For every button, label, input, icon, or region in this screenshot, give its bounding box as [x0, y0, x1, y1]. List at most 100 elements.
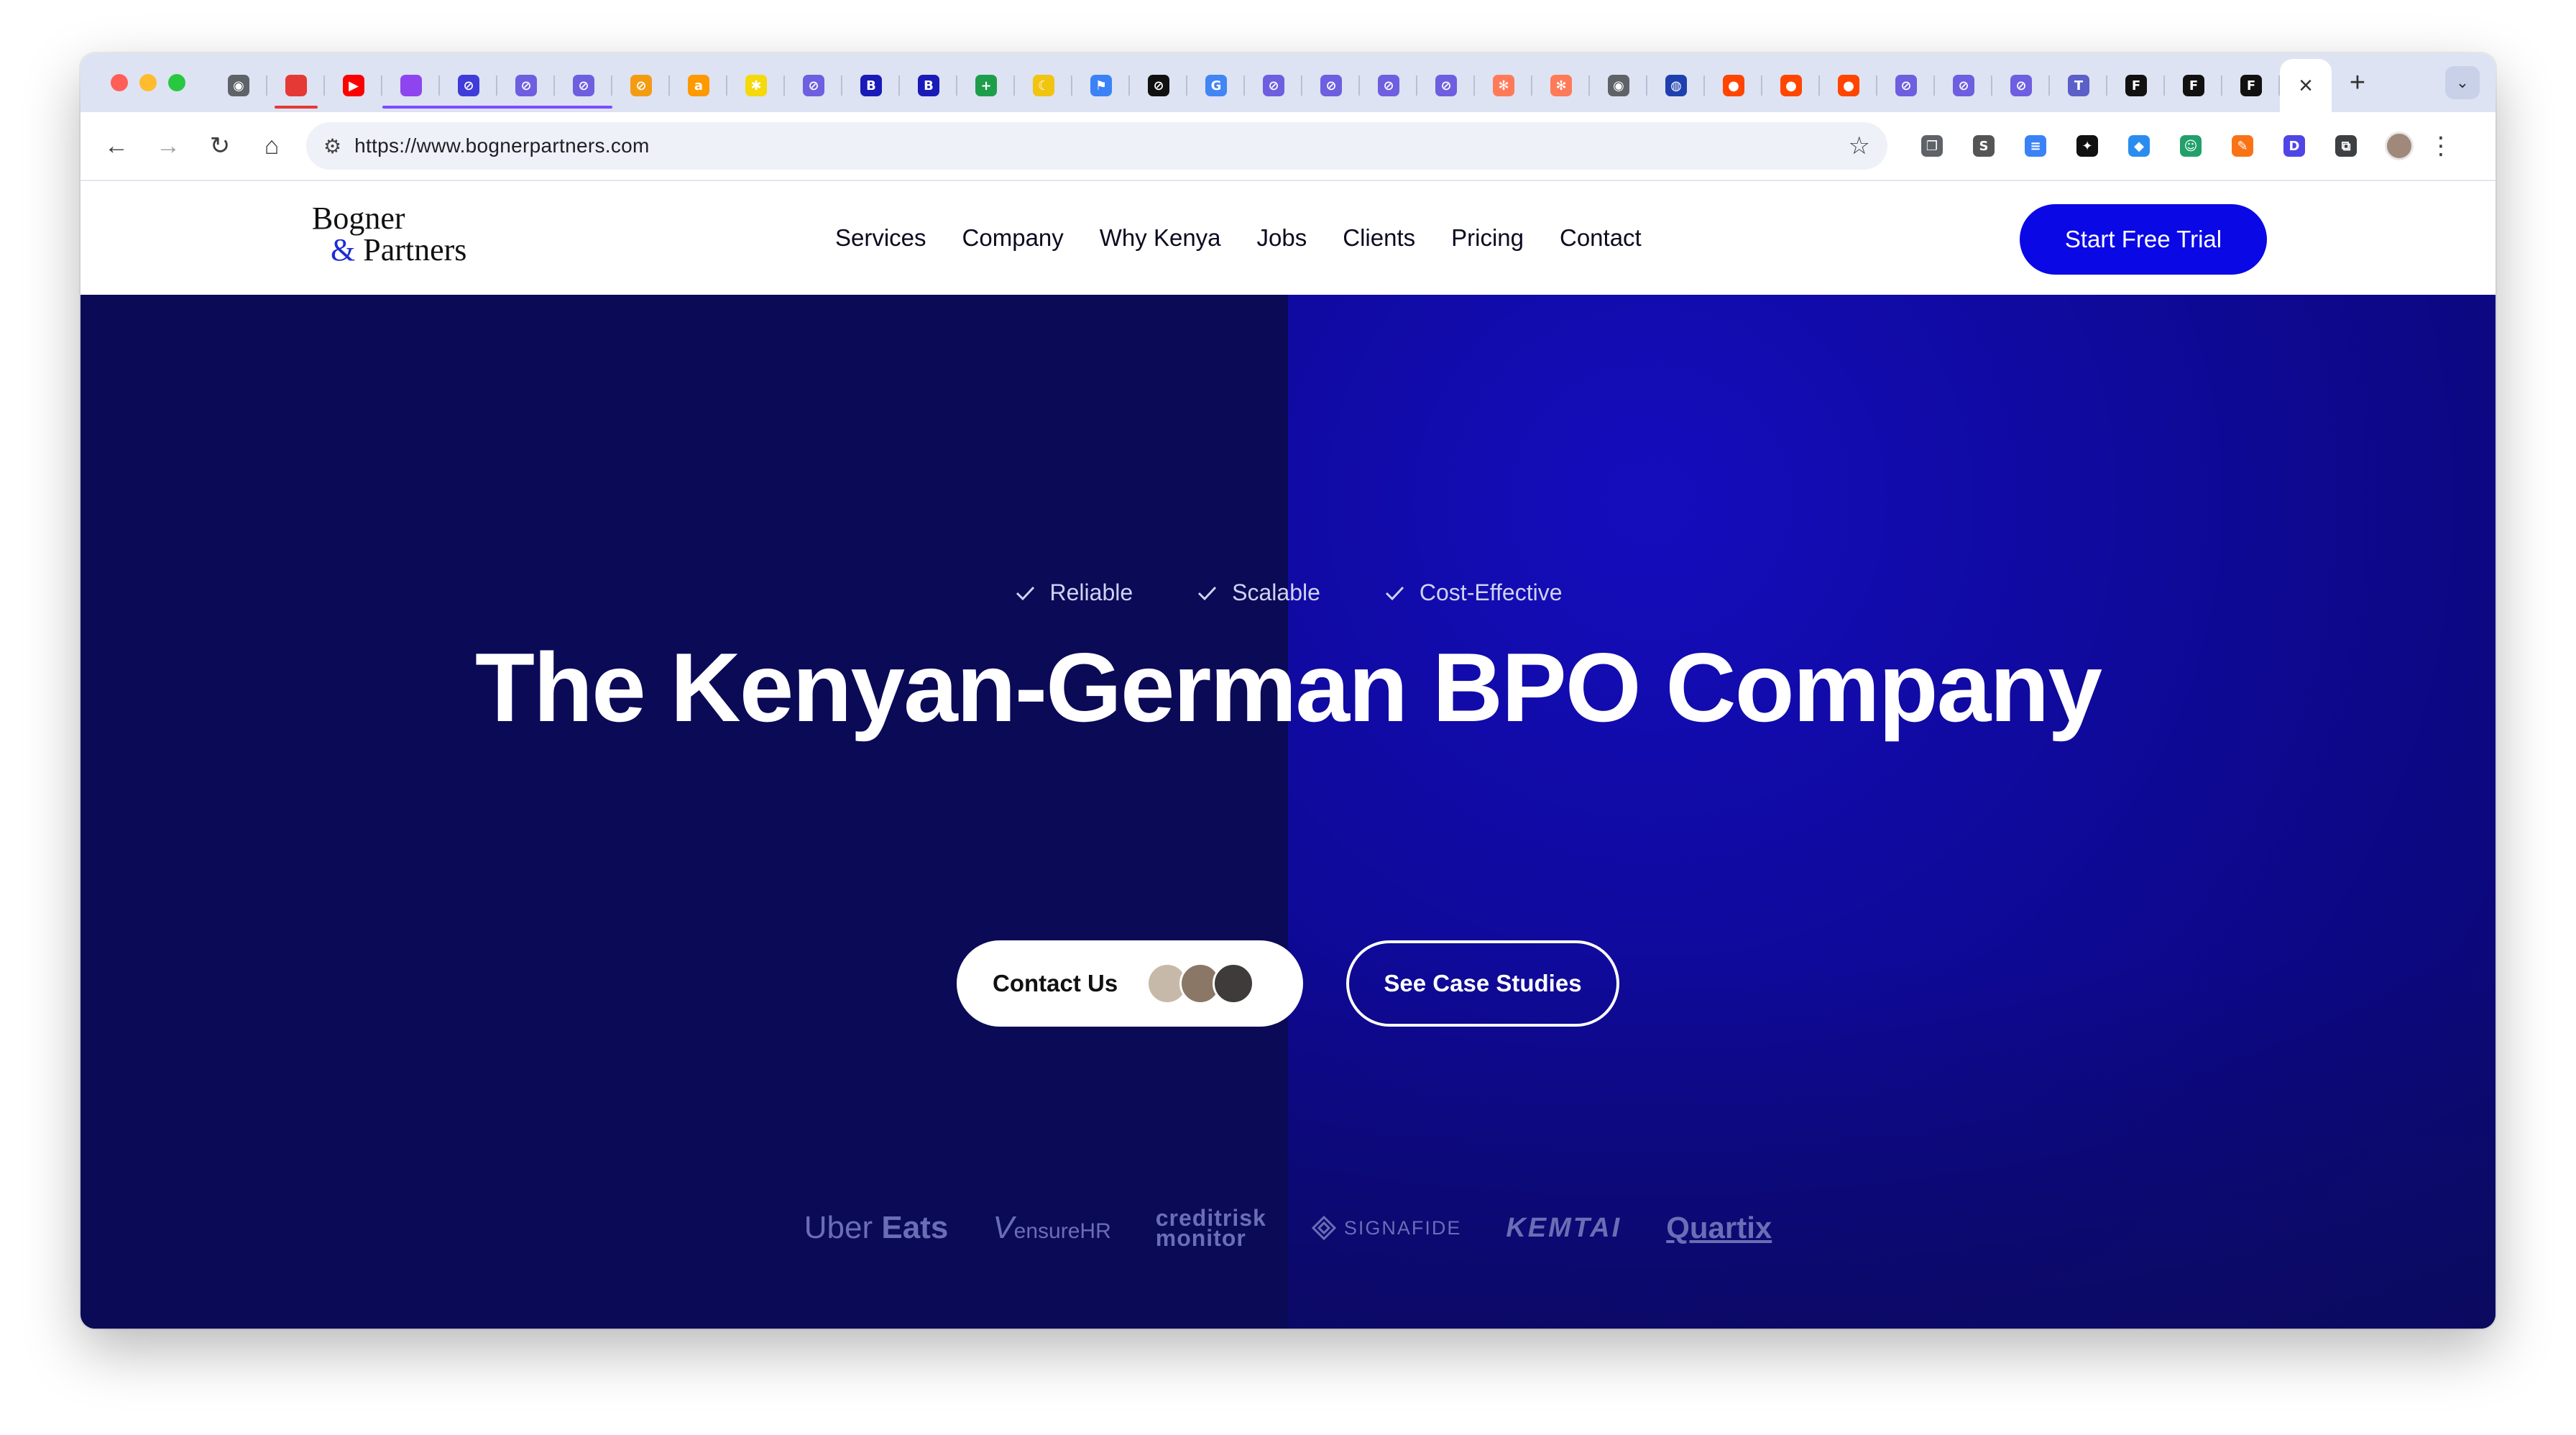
asterisk-icon: ✱ [745, 75, 767, 96]
browser-tab[interactable]: ⊘ [1417, 63, 1475, 109]
bolt-icon: ⊘ [515, 75, 537, 96]
browser-tab[interactable]: ⊘ [1360, 63, 1417, 109]
extension-button[interactable]: ☺ [2165, 124, 2217, 168]
reddit-icon: ● [1723, 75, 1744, 96]
browser-tab[interactable]: ⚑ [1072, 63, 1130, 109]
nav-contact[interactable]: Contact [1560, 224, 1642, 252]
checkmark-icon [1385, 586, 1404, 600]
extension-button[interactable]: ◆ [2113, 124, 2165, 168]
extension-button[interactable]: ⧉ [2320, 124, 2372, 168]
back-button[interactable]: ← [91, 132, 142, 160]
browser-menu-icon[interactable]: ⋮ [2426, 132, 2455, 160]
team-avatars [1146, 963, 1255, 1004]
browser-tab[interactable]: ⊘ [612, 63, 670, 109]
browser-tab[interactable]: B [842, 63, 900, 109]
close-window-button[interactable] [111, 74, 128, 91]
browser-tab[interactable]: ◍ [1647, 63, 1705, 109]
browser-tab[interactable]: ⊘ [440, 63, 497, 109]
browser-tab[interactable]: ✱ [727, 63, 785, 109]
browser-tab[interactable]: ✻ [1475, 63, 1532, 109]
browser-tab[interactable]: ⊘ [497, 63, 555, 109]
bolt-icon: ⊘ [1263, 75, 1284, 96]
browser-tab[interactable]: ⊘ [1935, 63, 1992, 109]
badge-label: Scalable [1232, 579, 1320, 605]
logo-line-2: & Partners [312, 234, 466, 266]
bolt-icon: ⊘ [1435, 75, 1457, 96]
home-button[interactable]: ⌂ [246, 132, 298, 160]
maximize-window-button[interactable] [168, 74, 185, 91]
browser-tab[interactable]: ⊘ [1245, 63, 1302, 109]
d-extension-icon: D [2283, 135, 2305, 157]
browser-tab[interactable]: F [2222, 63, 2280, 109]
browser-tab[interactable]: + [957, 63, 1015, 109]
browser-tab[interactable] [382, 63, 612, 109]
nav-company[interactable]: Company [962, 224, 1064, 252]
browser-tab[interactable]: a [670, 63, 727, 109]
browser-tab[interactable]: ⊘ [1877, 63, 1935, 109]
browser-tab[interactable]: F [2165, 63, 2222, 109]
browser-tab[interactable]: ▶ [325, 63, 382, 109]
nav-services[interactable]: Services [835, 224, 926, 252]
start-free-trial-button[interactable]: Start Free Trial [2020, 204, 2267, 275]
extension-button[interactable]: ✎ [2217, 124, 2268, 168]
badge-label: Cost-Effective [1419, 579, 1563, 605]
browser-tab[interactable]: ◉ [1590, 63, 1647, 109]
new-tab-button[interactable]: + [2336, 68, 2379, 98]
minimize-window-button[interactable] [139, 74, 157, 91]
url-text[interactable]: https://www.bognerpartners.com [354, 134, 1848, 157]
bolt-icon: ⊘ [458, 75, 479, 96]
bookmark-star-icon[interactable]: ☆ [1849, 132, 1870, 160]
nav-why-kenya[interactable]: Why Kenya [1100, 224, 1221, 252]
site-info-icon[interactable]: ⚙ [323, 134, 341, 158]
bolt-icon: ⊘ [2010, 75, 2032, 96]
browser-tab[interactable]: ● [1762, 63, 1820, 109]
browser-tab[interactable]: ● [1705, 63, 1762, 109]
address-bar[interactable]: ⚙ https://www.bognerpartners.com ☆ [306, 122, 1887, 170]
browser-tab[interactable]: G [1187, 63, 1245, 109]
browser-tab[interactable]: ⊘ [1130, 63, 1187, 109]
browser-tab[interactable]: T [2050, 63, 2107, 109]
browser-tab[interactable]: ⊘ [555, 63, 612, 109]
contact-us-button[interactable]: Contact Us [957, 940, 1303, 1027]
extensions-row: ❐ S ≡ ✦ ◆ ☺ ✎ D ⧉ [1906, 124, 2372, 168]
profile-avatar[interactable] [2385, 132, 2414, 160]
bars-extension-icon: ≡ [2025, 135, 2046, 157]
signafide-mark-icon [1311, 1215, 1336, 1241]
nav-clients[interactable]: Clients [1343, 224, 1415, 252]
browser-toolbar: ← → ↻ ⌂ ⚙ https://www.bognerpartners.com… [80, 112, 2496, 181]
browser-tab[interactable]: ☾ [1015, 63, 1072, 109]
close-tab-icon[interactable]: × [2299, 72, 2313, 100]
browser-tab[interactable]: F [2107, 63, 2165, 109]
bolt-orange-icon: ⊘ [630, 75, 652, 96]
browser-tab[interactable]: B [900, 63, 957, 109]
active-tab[interactable]: × [2280, 59, 2332, 112]
forward-button[interactable]: → [142, 132, 194, 160]
kemtai-logo: KEMTAI [1506, 1212, 1622, 1243]
chevron-down-icon: ⌄ [2455, 73, 2470, 91]
see-case-studies-button[interactable]: See Case Studies [1346, 940, 1619, 1027]
quartix-logo: Quartix [1666, 1211, 1772, 1244]
extension-button[interactable]: D [2268, 124, 2320, 168]
browser-tab[interactable]: ⊘ [785, 63, 842, 109]
nav-jobs[interactable]: Jobs [1257, 224, 1307, 252]
extension-button[interactable]: S [1958, 124, 2010, 168]
badge-scalable: Scalable [1196, 579, 1320, 606]
browser-tab[interactable] [267, 63, 325, 109]
browser-tab[interactable]: ◉ [210, 63, 267, 109]
nav-pricing[interactable]: Pricing [1451, 224, 1524, 252]
bogner-partners-logo[interactable]: Bogner & Partners [312, 203, 466, 266]
browser-tab[interactable]: ⊘ [1302, 63, 1360, 109]
browser-tab[interactable]: ✻ [1532, 63, 1590, 109]
tab-search-button[interactable]: ⌄ [2445, 66, 2480, 99]
red-app-icon [285, 75, 307, 96]
extension-button[interactable]: ✦ [2061, 124, 2113, 168]
extension-button[interactable]: ❐ [1906, 124, 1958, 168]
reload-button[interactable]: ↻ [194, 132, 246, 160]
browser-tab[interactable]: ⊘ [1992, 63, 2050, 109]
extension-button[interactable]: ≡ [2010, 124, 2061, 168]
browser-tab[interactable]: ● [1820, 63, 1877, 109]
tab-list: ◉ ▶ ⊘ ⊘ ⊘ ⊘ a ✱ ⊘ B B + ☾ ⚑ ⊘ G ⊘ ⊘ ⊘ ⊘ ✻ ✻ ◉ ◍ ● ● ● ⊘ ⊘ ⊘ T F F F [210, 53, 2280, 112]
signafide-text: SIGNAFIDE [1343, 1216, 1462, 1239]
hubspot-icon: ✻ [1550, 75, 1572, 96]
hero-section: Reliable Scalable Cost-Effective The Kenya… [80, 295, 2496, 1329]
